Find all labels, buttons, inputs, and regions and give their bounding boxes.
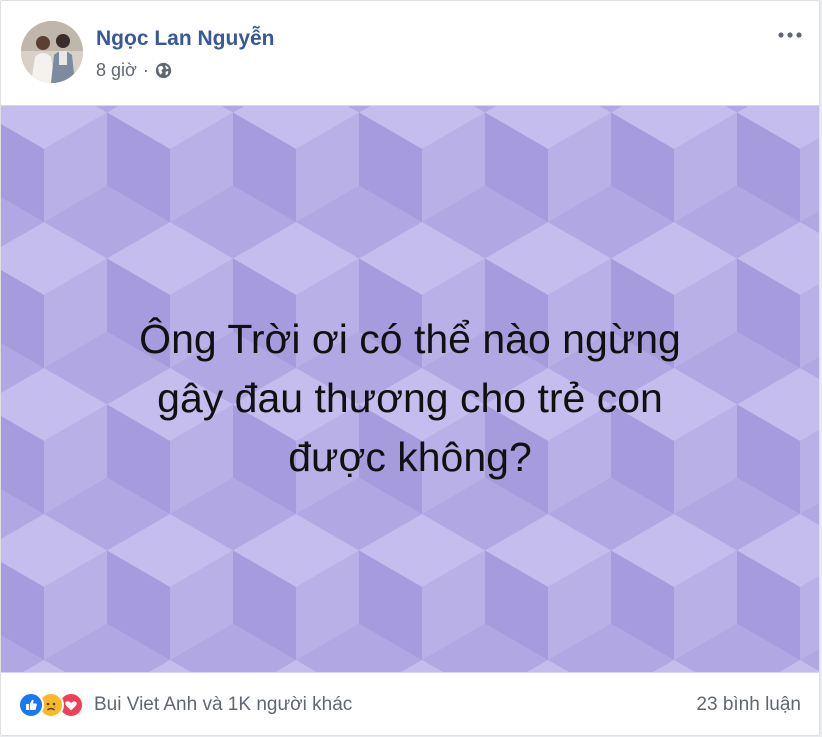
post-footer: Bui Viet Anh và 1K người khác 23 bình lu…	[1, 673, 819, 737]
post-text-line: được không?	[288, 434, 532, 480]
post-text-line: gây đau thương cho trẻ con	[157, 375, 663, 421]
meta-separator: ·	[142, 59, 149, 80]
post-meta: 8 giờ ·	[96, 59, 172, 81]
post-background[interactable]: Ông Trời ơi có thể nào ngừng gây đau thư…	[1, 105, 819, 673]
author-avatar[interactable]	[21, 21, 83, 83]
reactions-summary[interactable]: Bui Viet Anh và 1K người khác	[18, 692, 352, 718]
reactions-text[interactable]: Bui Viet Anh và 1K người khác	[94, 694, 352, 716]
like-icon[interactable]	[18, 692, 44, 718]
comments-count-link[interactable]: 23 bình luận	[696, 694, 801, 716]
post-header: Ngọc Lan Nguyễn 8 giờ ·	[1, 1, 819, 105]
globe-icon[interactable]	[155, 62, 172, 79]
more-options-icon[interactable]	[775, 25, 805, 45]
post-text-line: Ông Trời ơi có thể nào ngừng	[139, 316, 681, 362]
post-timestamp[interactable]: 8 giờ	[96, 60, 137, 81]
author-name[interactable]: Ngọc Lan Nguyễn	[96, 27, 275, 51]
post-card: Ngọc Lan Nguyễn 8 giờ · Ông Trời ơi có t…	[0, 0, 820, 736]
post-status-text: Ông Trời ơi có thể nào ngừng gây đau thư…	[61, 310, 759, 487]
